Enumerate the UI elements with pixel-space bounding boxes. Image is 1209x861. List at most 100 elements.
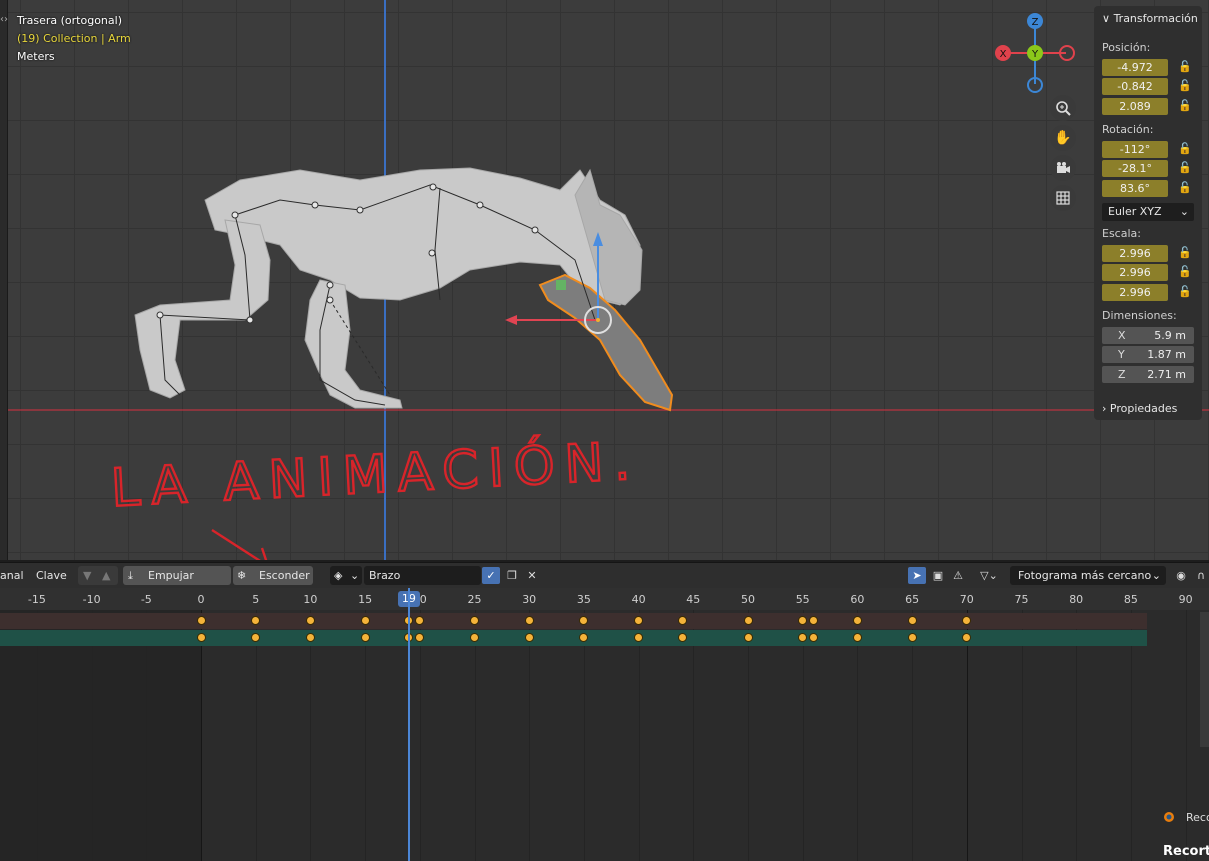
frame-grid-line	[1021, 610, 1023, 861]
frame-grid-line	[255, 610, 257, 861]
frame-tick-label: -5	[140, 593, 152, 606]
push-down-icon: ⤓	[128, 569, 133, 582]
keyframe-summary[interactable]	[196, 616, 206, 625]
channel-row-arm[interactable]	[0, 630, 1147, 646]
frame-grid-line	[1130, 610, 1132, 861]
frame-tick-label: 70	[959, 593, 974, 606]
keyframe-summary[interactable]	[962, 616, 972, 625]
keyframe-arm[interactable]	[360, 633, 370, 642]
handwritten-annotation: LA ANIMACIÓN.	[108, 428, 643, 560]
frame-tick-label: 0	[197, 593, 205, 606]
recorte-label: Recorte	[1163, 844, 1209, 859]
frame-tick-label: 30	[522, 593, 537, 606]
blender-clip-icon	[1164, 812, 1174, 822]
frame-grid-line	[693, 610, 695, 861]
frame-tick-label: 50	[741, 593, 755, 606]
arrow-up-icon[interactable]: ▲	[102, 566, 110, 585]
keyframe-summary[interactable]	[907, 616, 917, 625]
frame-grid-line	[748, 610, 749, 861]
chevron-down-icon: ⌄	[350, 569, 360, 582]
push-down-button[interactable]: ⤓ Empujar debajo	[123, 566, 231, 601]
frame-grid-line	[474, 610, 476, 861]
falloff-curve-icon[interactable]: ∩	[1192, 567, 1209, 584]
menu-clave[interactable]: Clave	[36, 569, 67, 582]
stash-label: Esconder	[259, 569, 310, 582]
action-name-field[interactable]: Brazo	[364, 566, 481, 585]
keyframe-arm[interactable]	[962, 633, 972, 642]
keyframe-summary[interactable]	[470, 616, 479, 625]
frame-tick-label: 55	[795, 593, 810, 606]
frame-grid-line	[912, 610, 914, 861]
frame-tick-label: 35	[576, 593, 591, 606]
frame-grid-line	[146, 610, 148, 861]
annotation-arrow	[211, 528, 268, 560]
frame-tick-label: 60	[850, 593, 865, 606]
keyframe-arm[interactable]	[579, 633, 589, 642]
keyframe-summary[interactable]	[798, 616, 808, 625]
keyframe-arm[interactable]	[196, 633, 206, 642]
keyframe-arm[interactable]	[852, 633, 862, 642]
keyframe-summary[interactable]	[251, 616, 261, 625]
frame-tick-label: 75	[1014, 593, 1029, 606]
keyframe-arm[interactable]	[470, 633, 479, 642]
filter-icon[interactable]: ▽⌄	[974, 567, 1004, 584]
menu-canal[interactable]: anal	[0, 569, 24, 582]
keyframe-summary[interactable]	[809, 616, 819, 625]
warning-icon[interactable]: ⚠	[949, 567, 967, 584]
keyframe-arm[interactable]	[809, 633, 819, 642]
action-browse-button[interactable]: ◈ ⌄	[330, 566, 362, 585]
keyframe-arm[interactable]	[677, 633, 687, 642]
frame-tick-label: 15	[358, 593, 373, 606]
keyframe-summary[interactable]	[677, 616, 687, 625]
keyframe-summary[interactable]	[743, 616, 753, 625]
frame-tick-label: 10	[303, 593, 318, 606]
keyframe-arm[interactable]	[743, 633, 753, 642]
keyframe-summary[interactable]	[852, 616, 862, 625]
snapping-select[interactable]: Fotograma más cercano ⌄	[1010, 566, 1166, 585]
frame-ruler[interactable]: -15-10-505101520253035404550556065707580…	[0, 588, 1209, 610]
close-icon[interactable]: ✕	[523, 567, 541, 584]
frame-tick-label: 5	[252, 593, 260, 606]
keyframe-arm[interactable]	[251, 633, 261, 642]
chevron-down-icon: ⌄	[1151, 569, 1161, 582]
frame-tick-label: 65	[905, 593, 920, 606]
snapping-value: Fotograma más cercano	[1018, 569, 1152, 582]
arrow-down-icon[interactable]: ▼	[83, 566, 91, 585]
3d-viewport[interactable]: ‹› Trasera (ortogonal) (19) Collection |…	[0, 0, 1209, 560]
frame-grid-line	[802, 610, 804, 861]
frame-tick-label: -10	[82, 593, 101, 606]
keyframe-arm[interactable]	[305, 633, 315, 642]
keyframe-arm[interactable]	[524, 633, 534, 642]
keyframe-summary[interactable]	[579, 616, 589, 625]
proportional-editing-icon[interactable]: ◉	[1172, 567, 1190, 584]
select-cursor-icon[interactable]: ➤	[908, 567, 926, 584]
keyframe-summary[interactable]	[360, 616, 370, 625]
keyframe-summary[interactable]	[524, 616, 534, 625]
frame-grid-line	[91, 610, 93, 861]
keyframe-arm[interactable]	[634, 633, 644, 642]
playhead[interactable]	[407, 588, 410, 861]
frame-grid-line	[529, 610, 531, 861]
scrollbar[interactable]	[1200, 612, 1209, 747]
frame-grid-line	[638, 610, 640, 861]
frame-tick-label: 90	[1178, 593, 1193, 606]
keyframe-summary[interactable]	[634, 616, 644, 625]
keyframe-summary[interactable]	[415, 616, 425, 625]
duplicate-icon[interactable]: ❐	[503, 567, 521, 584]
keyframe-arm[interactable]	[798, 633, 808, 642]
box-select-icon[interactable]: ▣	[929, 567, 947, 584]
frame-grid-line	[966, 610, 968, 861]
layer-arrows: ▼ ▲	[78, 566, 118, 585]
snowflake-icon: ❄	[237, 569, 247, 582]
frame-tick-label: -15	[27, 593, 46, 606]
keyframe-arm[interactable]	[907, 633, 917, 642]
frame-grid-line	[201, 610, 202, 861]
dopesheet-channels[interactable]	[0, 610, 1209, 861]
stash-button[interactable]: ❄ Esconder	[233, 566, 313, 585]
frame-tick-label: 40	[631, 593, 646, 606]
fake-user-shield-icon[interactable]: ✓	[482, 567, 500, 584]
keyframe-summary[interactable]	[305, 616, 315, 625]
channel-row-summary[interactable]	[0, 613, 1147, 629]
annotation-text: LA ANIMACIÓN.	[109, 429, 641, 519]
keyframe-arm[interactable]	[415, 633, 425, 642]
